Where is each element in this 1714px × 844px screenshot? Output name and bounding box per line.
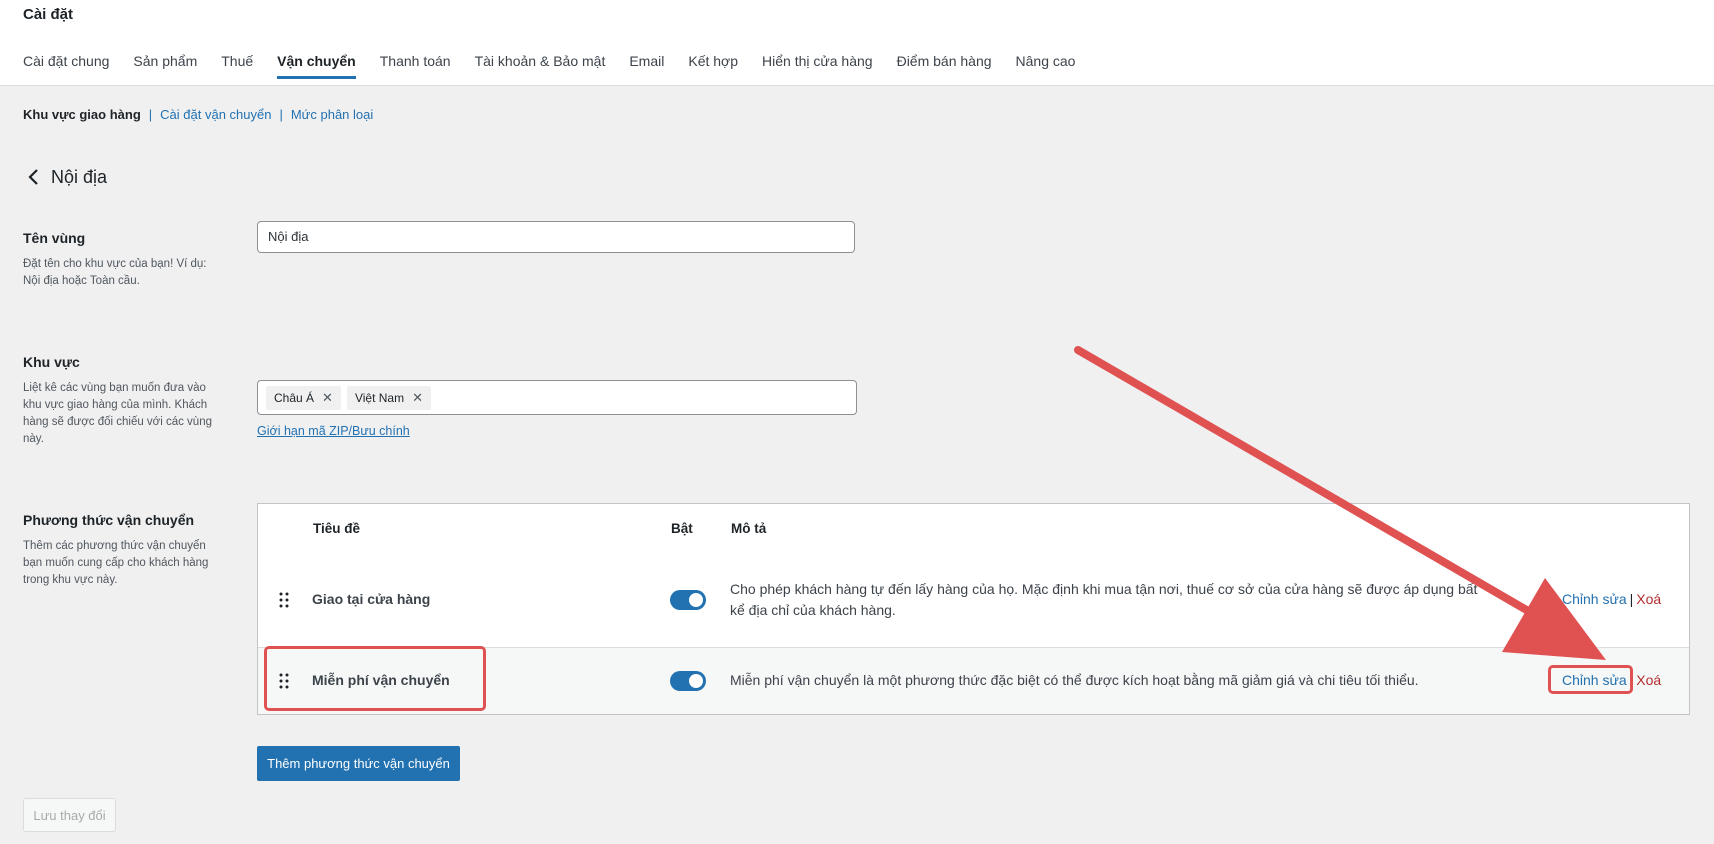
column-header-title: Tiêu đề [313,521,361,536]
zone-heading: Nội địa [23,166,107,188]
shipping-methods-label: Phương thức vận chuyển [23,512,195,528]
column-header-enabled: Bật [671,521,693,536]
tab-advanced[interactable]: Nâng cao [1016,53,1076,79]
save-changes-button[interactable]: Lưu thay đổi [23,798,116,832]
zone-name-input[interactable]: Nội địa [257,221,855,253]
shipping-subnav: Khu vực giao hàng | Cài đặt vận chuyển |… [23,107,373,122]
region-chip-label: Việt Nam [354,390,405,405]
tab-shipping[interactable]: Vận chuyển [277,53,356,79]
tab-site-visibility[interactable]: Hiển thị cửa hàng [762,53,873,79]
delete-method-link[interactable]: Xoá [1636,672,1661,688]
subnav-separator: | [148,107,153,122]
method-title: Miễn phí vận chuyển [312,672,450,688]
subnav-shipping-zones: Khu vực giao hàng [23,107,141,122]
tab-integration[interactable]: Kết hợp [688,53,738,79]
method-description: Miễn phí vận chuyển là một phương thức đ… [730,672,1419,688]
delete-method-link[interactable]: Xoá [1636,591,1661,607]
shipping-methods-label-block: Phương thức vận chuyển Thêm các phương t… [23,512,223,589]
tab-accounts-privacy[interactable]: Tài khoản & Bảo mật [475,53,606,79]
zone-title: Nội địa [51,166,108,187]
zone-region-label-block: Khu vực Liệt kê các vùng bạn muốn đưa và… [23,354,223,448]
tab-general[interactable]: Cài đặt chung [23,53,109,79]
region-chip: Châu Á ✕ [266,385,341,410]
shipping-methods-description: Thêm các phương thức vận chuyển bạn muốn… [23,540,209,586]
table-row: Giao tại cửa hàng Cho phép khách hàng tự… [258,554,1689,648]
tab-payments[interactable]: Thanh toán [380,53,451,79]
zone-region-label: Khu vực [23,354,80,370]
annotation-arrow-icon [1074,346,1606,660]
action-separator: | [1629,672,1634,688]
chevron-left-icon[interactable] [23,166,45,188]
zone-name-label: Tên vùng [23,230,86,246]
close-icon[interactable]: ✕ [412,390,423,406]
zone-region-description: Liệt kê các vùng bạn muốn đưa vào khu vự… [23,382,212,445]
close-icon[interactable]: ✕ [322,390,333,406]
method-actions: Chỉnh sửa | Xoá [1562,672,1661,688]
edit-method-link[interactable]: Chỉnh sửa [1562,672,1627,688]
table-row: Miễn phí vận chuyển Miễn phí vận chuyển … [258,648,1689,714]
subnav-separator: | [279,107,283,122]
drag-handle-icon[interactable] [278,592,290,608]
edit-method-link[interactable]: Chỉnh sửa [1562,591,1627,607]
zone-name-label-block: Tên vùng Đặt tên cho khu vực của bạn! Ví… [23,230,223,290]
shipping-methods-table: Tiêu đề Bật Mô tả Giao tại cửa hàng Cho … [257,503,1690,715]
action-separator: | [1629,591,1634,607]
method-enabled-toggle[interactable] [670,590,706,610]
zone-region-input[interactable]: Châu Á ✕ Việt Nam ✕ [257,380,857,415]
region-chip-label: Châu Á [274,390,315,405]
region-chip: Việt Nam ✕ [346,385,431,410]
add-shipping-method-button[interactable]: Thêm phương thức vận chuyển [257,746,460,781]
method-actions: Chỉnh sửa | Xoá [1562,591,1661,607]
subnav-shipping-settings[interactable]: Cài đặt vận chuyển [160,107,271,122]
method-enabled-toggle[interactable] [670,671,706,691]
table-header: Tiêu đề Bật Mô tả [258,504,1689,555]
tab-tax[interactable]: Thuế [221,53,253,79]
tab-products[interactable]: Sản phẩm [133,53,197,79]
top-header: Cài đặt Cài đặt chung Sản phẩm Thuế Vận … [0,0,1714,86]
settings-tabs: Cài đặt chung Sản phẩm Thuế Vận chuyển T… [23,53,1099,79]
zone-name-description: Đặt tên cho khu vực của bạn! Ví dụ: Nội … [23,258,207,287]
tab-point-of-sale[interactable]: Điểm bán hàng [897,53,992,79]
page-title: Cài đặt [23,6,74,23]
tab-email[interactable]: Email [629,53,664,79]
column-header-description: Mô tả [731,521,767,536]
method-title: Giao tại cửa hàng [312,591,431,607]
drag-handle-icon[interactable] [278,673,290,689]
subnav-shipping-classes[interactable]: Mức phân loại [291,107,373,122]
method-description: Cho phép khách hàng tự đến lấy hàng của … [730,581,1478,618]
limit-postcodes-link[interactable]: Giới hạn mã ZIP/Bưu chính [257,424,410,438]
